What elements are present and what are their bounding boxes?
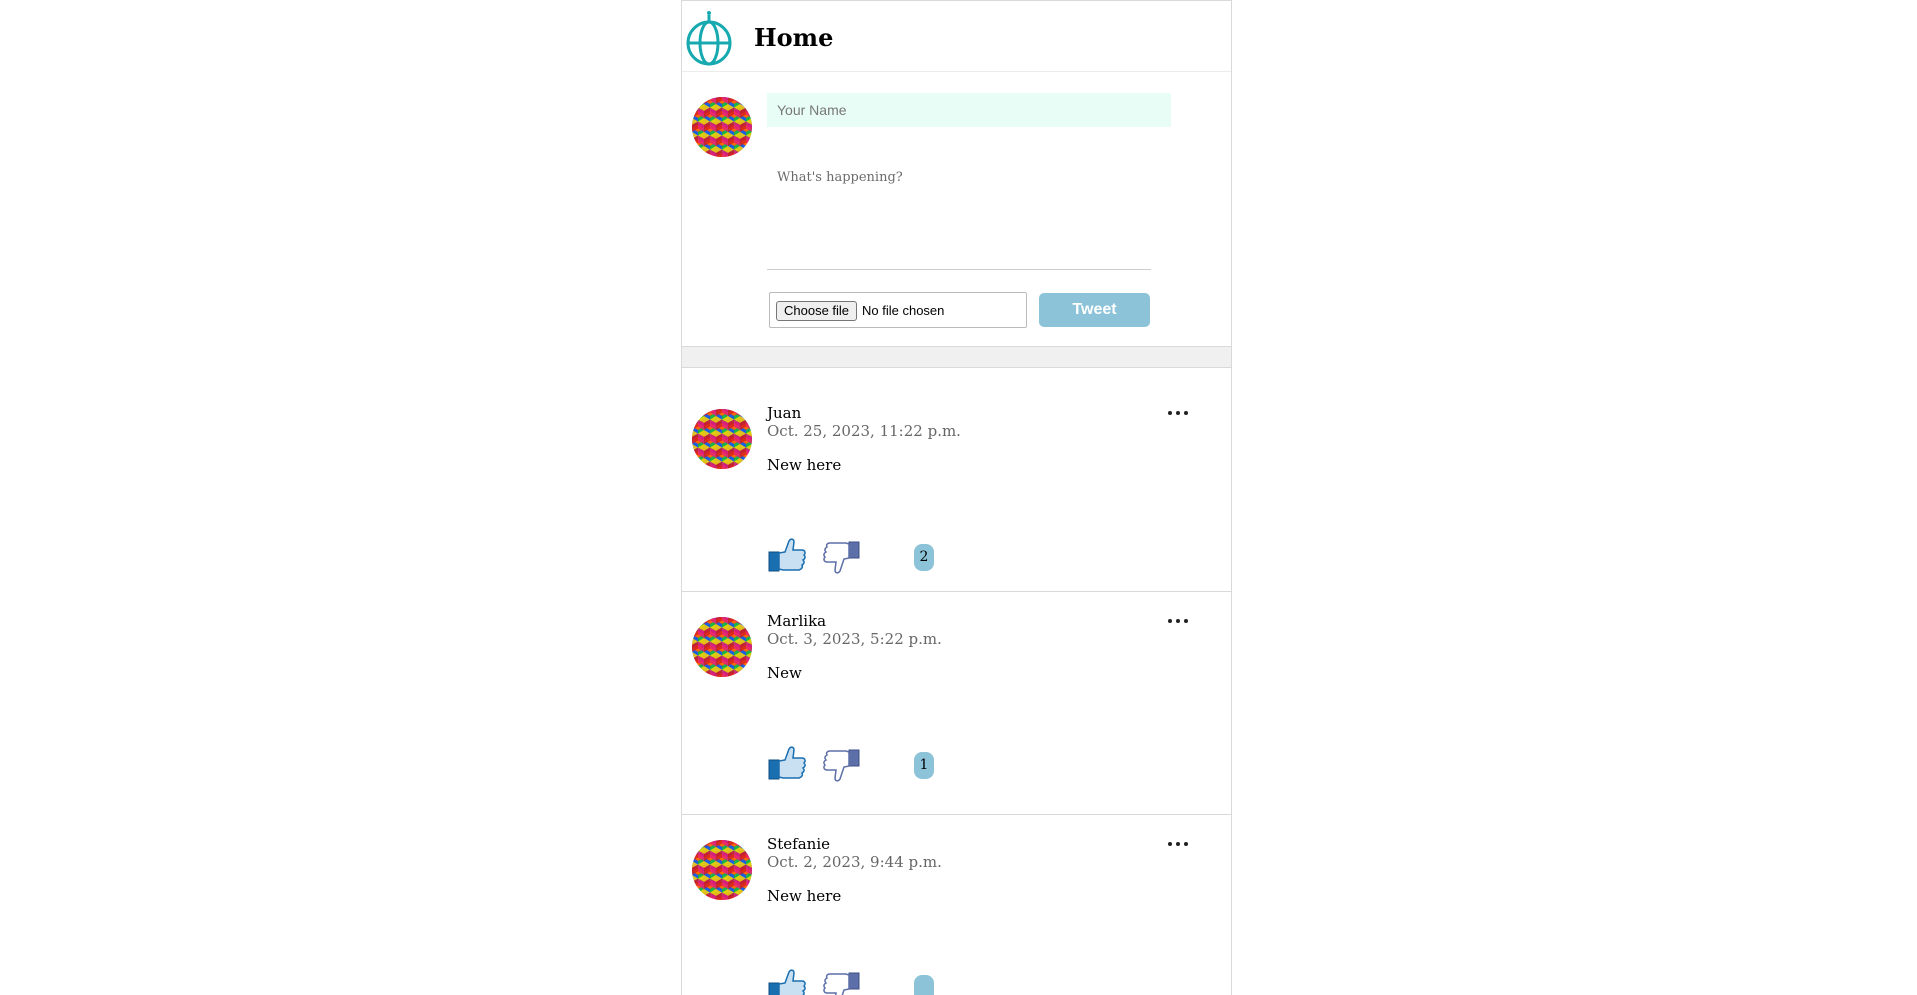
avatar xyxy=(692,617,752,677)
post-date: Oct. 25, 2023, 11:22 p.m. xyxy=(767,422,961,440)
more-options-icon[interactable] xyxy=(1168,839,1188,849)
thumbs-down-icon[interactable] xyxy=(822,746,862,786)
divider xyxy=(682,347,1231,368)
file-input[interactable]: Choose file No file chosen xyxy=(769,292,1027,328)
more-options-icon[interactable] xyxy=(1168,408,1188,418)
page-title: Home xyxy=(754,23,834,52)
status-textarea[interactable] xyxy=(767,160,1151,270)
post-author: Juan xyxy=(767,404,802,422)
post-text: New here xyxy=(767,456,842,474)
thumbs-up-icon[interactable] xyxy=(767,743,807,783)
post-date: Oct. 2, 2023, 9:44 p.m. xyxy=(767,853,942,871)
post-author: Stefanie xyxy=(767,835,831,853)
file-status-text: No file chosen xyxy=(862,303,945,318)
more-options-icon[interactable] xyxy=(1168,616,1188,626)
post-item: Juan Oct. 25, 2023, 11:22 p.m. New here … xyxy=(682,368,1231,592)
globe-icon[interactable] xyxy=(686,9,732,66)
thumbs-up-icon[interactable] xyxy=(767,535,807,575)
post-text: New xyxy=(767,664,802,682)
like-count-badge: 1 xyxy=(914,752,934,779)
main-column: Home Choose file No file chosen Tweet Ju… xyxy=(681,0,1232,995)
avatar xyxy=(692,840,752,900)
avatar xyxy=(692,97,752,157)
tweet-button[interactable]: Tweet xyxy=(1039,293,1150,327)
post-item: Marlika Oct. 3, 2023, 5:22 p.m. New 1 xyxy=(682,592,1231,815)
post-author: Marlika xyxy=(767,612,827,630)
page-header: Home xyxy=(682,1,1231,72)
post-item: Stefanie Oct. 2, 2023, 9:44 p.m. New her… xyxy=(682,815,1231,995)
thumbs-down-icon[interactable] xyxy=(822,969,862,995)
like-count-badge: 2 xyxy=(914,544,934,571)
thumbs-down-icon[interactable] xyxy=(822,538,862,578)
compose-box: Choose file No file chosen Tweet xyxy=(682,72,1231,347)
thumbs-up-icon[interactable] xyxy=(767,966,807,995)
like-count-badge xyxy=(914,975,934,995)
choose-file-button[interactable]: Choose file xyxy=(776,301,858,321)
post-text: New here xyxy=(767,887,842,905)
name-input[interactable] xyxy=(767,93,1171,127)
post-date: Oct. 3, 2023, 5:22 p.m. xyxy=(767,630,942,648)
avatar xyxy=(692,409,752,469)
